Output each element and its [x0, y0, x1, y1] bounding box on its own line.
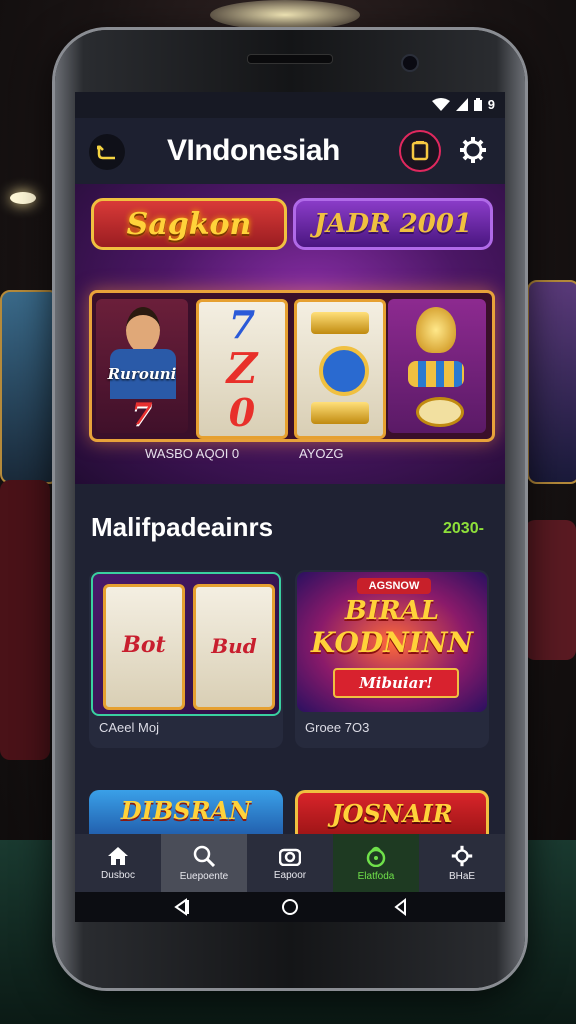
speaker-grille [247, 54, 333, 64]
card-symbol: Bot [122, 632, 166, 658]
back-triangle-icon [174, 898, 189, 916]
slot-machine-reels[interactable]: Rurouni 7 7 Z 0 [89, 290, 495, 442]
nav-label: BHaE [448, 870, 476, 882]
reel-character: Rurouni 7 [96, 299, 188, 433]
status-bar: 9 [75, 92, 505, 118]
reel-person-label: Rurouni [107, 365, 177, 383]
reel-numbers: 7 Z 0 [196, 299, 288, 439]
reel-icons [294, 299, 386, 439]
nav-item-search[interactable]: Euepoente [161, 834, 247, 892]
reel-person-number: 7 [131, 397, 153, 432]
system-back-button[interactable] [161, 892, 201, 922]
wallet-button[interactable] [399, 130, 441, 172]
game-card-art: AGSNOW BIRAL KODNINN Mibuiar! [297, 572, 487, 712]
hero-caption-left: WASBO AQOI 0 [145, 446, 240, 461]
gear-icon [451, 845, 473, 866]
card-top-label: AGSNOW [357, 578, 431, 594]
reel-gold-statue [388, 299, 486, 433]
system-navigation-bar [75, 892, 505, 922]
gear-icon [460, 137, 486, 163]
promo-badge-right[interactable]: JADR 2001 [293, 198, 493, 250]
slot-machine-left [0, 290, 59, 484]
coins-icon [408, 361, 464, 387]
game-card-label: CAeel Moj [99, 720, 159, 735]
search-icon [193, 845, 215, 867]
game-card[interactable]: Bot Bud CAeel Moj [89, 570, 283, 748]
phone-device: 9 VIndonesiah Sagkon JADR 2001 Rurouni 7… [55, 30, 525, 988]
nav-label: Eapoor [273, 869, 307, 881]
card-title-line1: BIRAL [344, 596, 440, 626]
chip-icon [416, 397, 464, 427]
phone-screen: 9 VIndonesiah Sagkon JADR 2001 Rurouni 7… [75, 92, 505, 922]
app-header: VIndonesiah [75, 118, 505, 185]
status-text: 9 [487, 97, 495, 112]
gold-statue-icon [416, 307, 456, 353]
nav-label: Euepoente [179, 870, 229, 882]
featured-banner[interactable]: Sagkon JADR 2001 Rurouni 7 7 Z 0 WASBO A… [75, 184, 505, 484]
system-home-button[interactable] [270, 892, 310, 922]
card-symbol: Bud [211, 634, 257, 658]
coin-portrait-icon [319, 346, 369, 396]
nav-label: Dusboc [101, 869, 135, 881]
page-title: VIndonesiah [167, 134, 340, 167]
slot-machine-right [527, 280, 576, 484]
battery-icon [473, 98, 482, 111]
ceiling-light [10, 192, 36, 204]
wallet-icon [411, 141, 429, 161]
bottom-navigation: Dusboc Euepoente Eapoor Elatfoda BHaE [75, 834, 505, 892]
casino-table-right [525, 520, 576, 660]
camera-icon [279, 848, 301, 866]
section-title: Malifpadeainrs [91, 512, 274, 542]
card-title-line2: KODNINN [310, 626, 474, 659]
nav-label: Elatfoda [357, 870, 395, 882]
chandelier-light [210, 0, 360, 30]
gold-bar-icon [311, 312, 369, 334]
nav-item-home[interactable]: Dusboc [75, 834, 161, 892]
front-camera [401, 54, 419, 72]
game-card-label: Groee 7O3 [305, 720, 370, 735]
nav-item-camera[interactable]: Eapoor [247, 834, 333, 892]
hero-caption-right: AYOZG [299, 446, 344, 461]
character-avatar [126, 307, 160, 353]
game-card-art: Bot Bud [91, 572, 281, 716]
signal-icon [455, 98, 468, 111]
gold-bar-icon [311, 402, 369, 424]
home-icon [108, 846, 128, 865]
lock-icon [366, 846, 386, 867]
reel-symbol: Z [226, 344, 258, 393]
reel-symbol: 0 [228, 390, 256, 435]
game-card[interactable]: AGSNOW BIRAL KODNINN Mibuiar! Groee 7O3 [295, 570, 489, 748]
settings-button[interactable] [455, 132, 491, 168]
nav-item-lock[interactable]: Elatfoda [333, 834, 419, 892]
section-count: 2030- [443, 520, 484, 537]
reel-symbol: 7 [228, 302, 256, 347]
wifi-icon [431, 98, 450, 111]
system-recents-button[interactable] [381, 892, 421, 922]
back-button[interactable] [89, 134, 125, 170]
promo-badge-left[interactable]: Sagkon [91, 198, 287, 250]
back-arrow-icon [97, 145, 115, 160]
home-circle-icon [282, 899, 298, 915]
card-ribbon: Mibuiar! [333, 668, 459, 698]
nav-item-settings[interactable]: BHaE [419, 834, 505, 892]
recents-triangle-icon [394, 898, 406, 916]
casino-chair-left [0, 480, 50, 760]
